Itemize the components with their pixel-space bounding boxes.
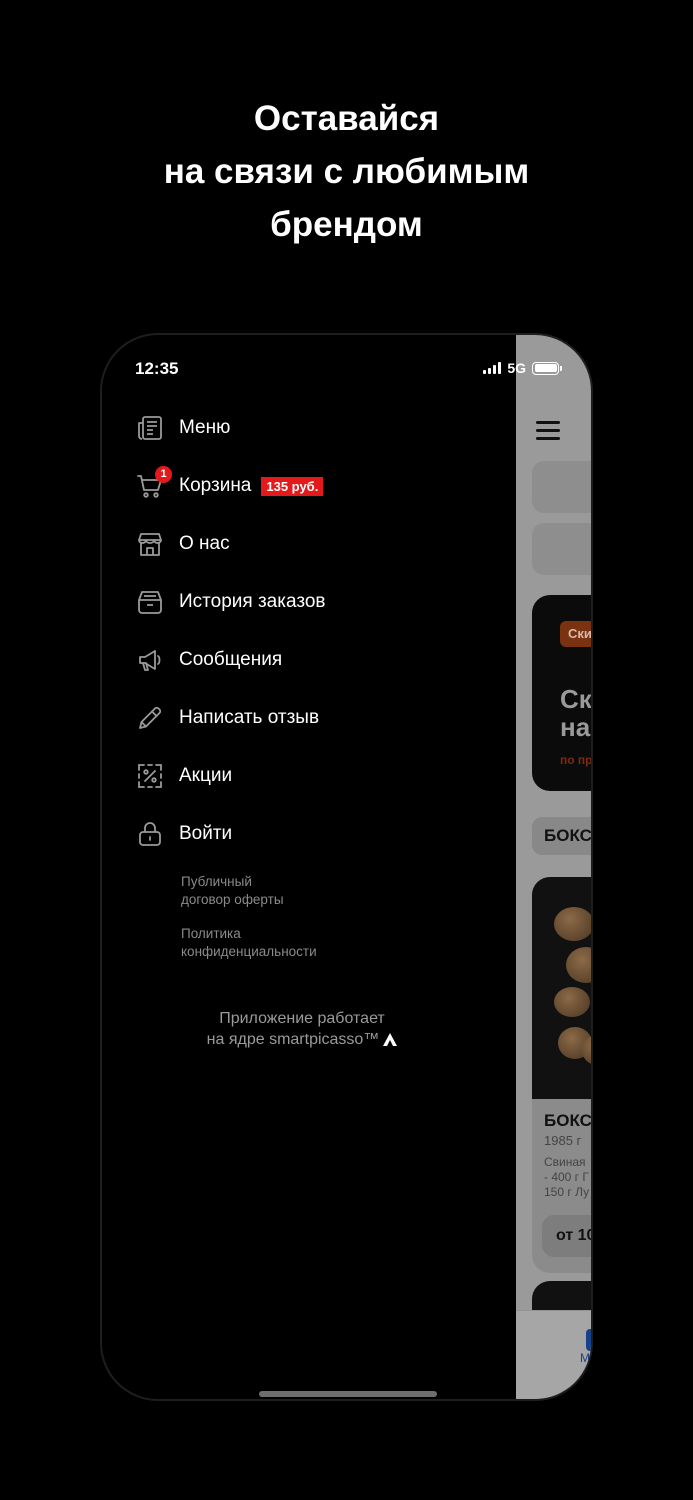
banner-subtitle: по пр [560,753,593,767]
product-price-button[interactable]: от 10 [542,1215,591,1257]
menu-item-menu[interactable]: Меню [135,411,230,445]
product-title: БОКС [544,1111,592,1130]
promo-banner[interactable]: Ски Ск на по пр [532,595,593,791]
product-weight: 1985 г [544,1133,582,1148]
menu-tab-icon[interactable] [586,1329,591,1351]
tab-bar: Ме [516,1310,591,1399]
cart-total-badge: 135 руб. [261,476,324,496]
menu-item-login[interactable]: Войти [135,817,232,851]
privacy-policy-link[interactable]: Политика конфиденциальности [181,925,317,961]
smartpicasso-logo-icon [383,1033,398,1047]
home-indicator[interactable] [259,1391,437,1397]
status-time: 12:35 [135,359,179,378]
headline-line-2: на связи с любимым [163,152,530,191]
menu-item-write-review[interactable]: Написать отзыв [135,701,319,735]
phone-frame: Ски Ск на по пр БОКС БОКС 1985 г Свиная … [100,333,593,1401]
menu-item-label: Меню [179,417,231,438]
menu-item-order-history[interactable]: История заказов [135,585,325,619]
menu-item-label: Написать отзыв [179,707,320,728]
discount-icon [135,761,165,791]
headline-line-3: брендом [270,205,423,244]
menu-item-label: История заказов [179,591,326,612]
search-field[interactable] [532,523,591,575]
megaphone-icon [135,645,165,675]
menu-item-about[interactable]: О нас [135,527,230,561]
menu-tab-label[interactable]: Ме [580,1351,591,1365]
product-description: Свиная - 400 г Г 150 г Лу [544,1155,590,1199]
menu-item-label: О нас [179,533,230,554]
order-history-icon [135,587,165,617]
offer-agreement-link[interactable]: Публичный договор оферты [181,873,284,909]
product-photo [532,877,591,1099]
menu-book-icon [135,413,165,443]
menu-item-label: Корзина [179,475,252,496]
product-card[interactable]: БОКС 1985 г Свиная - 400 г Г 150 г Лу от… [532,877,592,1273]
headline-line-1: Оставайся [253,99,440,138]
status-indicators: 5G [483,360,562,376]
menu-item-messages[interactable]: Сообщения [135,643,282,677]
battery-icon [532,361,562,375]
lock-icon [135,819,165,849]
banner-title: Ск на [560,684,592,742]
network-label: 5G [507,360,526,376]
menu-item-promotions[interactable]: Акции [135,759,232,793]
address-field[interactable] [532,461,591,513]
menu-item-label: Сообщения [179,649,283,670]
cart-icon: 1 [135,466,172,501]
background-app-overlay[interactable]: Ски Ск на по пр БОКС БОКС 1985 г Свиная … [516,335,593,1399]
hamburger-icon[interactable] [536,421,560,445]
cart-count-badge: 1 [155,466,172,483]
powered-by-text: Приложение работает на ядре smartpicasso… [102,1008,502,1050]
category-chip[interactable]: БОКС [532,817,591,855]
pencil-icon [135,703,165,733]
store-icon [135,529,165,559]
menu-item-cart[interactable]: 1 Корзина 135 руб. [135,466,324,503]
menu-item-label: Акции [179,765,233,786]
signal-icon [483,362,502,374]
promo-headline: Оставайся на связи с любимым брендом [0,92,693,251]
banner-chip: Ски [560,621,591,647]
menu-item-label: Войти [179,823,233,844]
